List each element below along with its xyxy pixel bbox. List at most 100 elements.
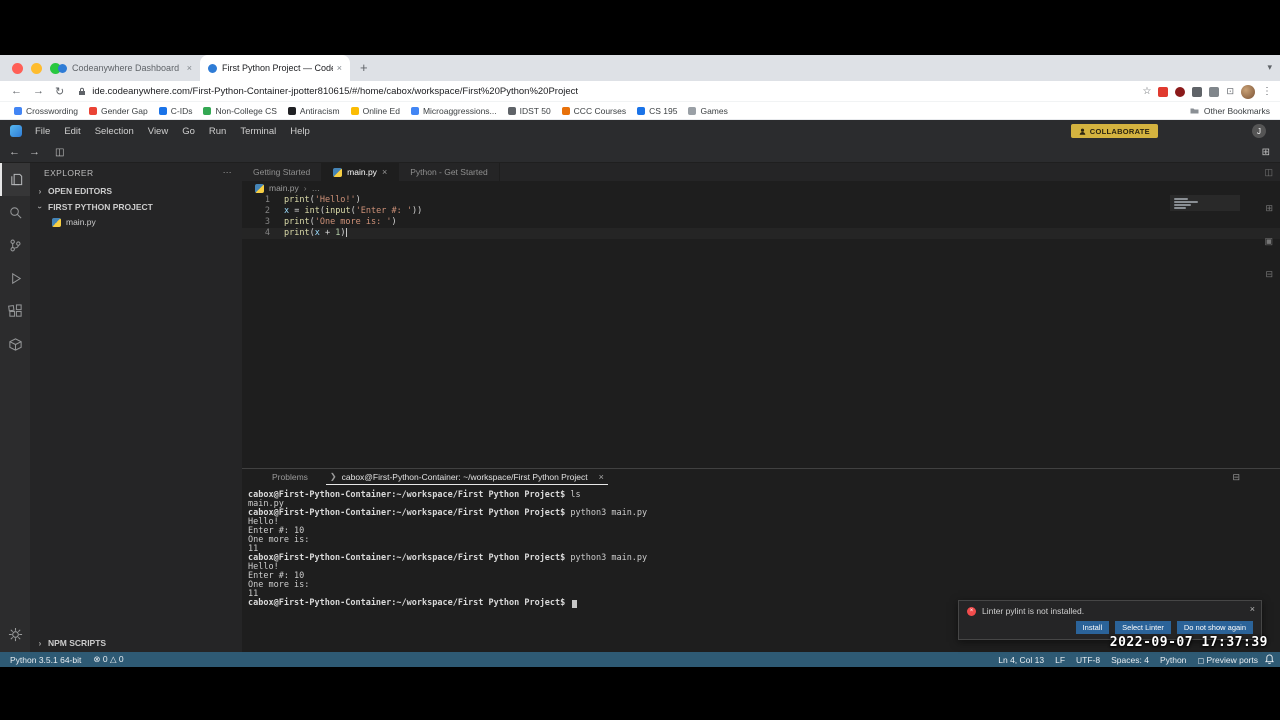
cast-icon[interactable]: ⊡ — [1226, 86, 1234, 97]
extensions-icon[interactable] — [0, 295, 30, 328]
split-editor-icon[interactable]: ◫ — [1264, 167, 1273, 178]
close-window-icon[interactable] — [12, 63, 23, 74]
npm-scripts-section[interactable]: › NPM SCRIPTS — [30, 635, 242, 651]
explorer-sidebar: EXPLORER ⋯ › OPEN EDITORS › FIRST PYTHON… — [30, 163, 242, 652]
menu-run[interactable]: Run — [202, 126, 233, 137]
explorer-icon[interactable] — [0, 163, 30, 196]
install-button[interactable]: Install — [1075, 621, 1110, 634]
tab-close-icon[interactable]: × — [382, 167, 387, 177]
bookmark-item[interactable]: Gender Gap — [88, 106, 148, 116]
forward-icon[interactable]: → — [33, 85, 44, 97]
bookmark-item[interactable]: Non-College CS — [203, 105, 277, 116]
editor-tab[interactable]: Python - Get Started — [399, 163, 500, 181]
problems-tab[interactable]: Problems — [272, 472, 308, 482]
menu-terminal[interactable]: Terminal — [233, 126, 283, 137]
bookmark-favicon-icon — [158, 106, 167, 115]
eol-sequence[interactable]: LF — [1055, 655, 1065, 665]
other-bookmarks[interactable]: Other Bookmarks — [1190, 106, 1270, 116]
open-editors-section[interactable]: › OPEN EDITORS — [30, 183, 242, 199]
user-avatar[interactable]: J — [1252, 124, 1266, 138]
history-forward-icon[interactable]: → — [29, 146, 40, 158]
language-mode[interactable]: Python — [1160, 655, 1186, 665]
tab-close-icon[interactable]: × — [337, 63, 342, 73]
bookmark-item[interactable]: C-IDs — [158, 106, 192, 116]
file-main-py[interactable]: main.py — [30, 215, 242, 229]
bookmark-item[interactable]: CS 195 — [637, 106, 677, 116]
tab-close-icon[interactable]: × — [187, 63, 192, 73]
url-field[interactable]: ide.codeanywhere.com/First-Python-Contai… — [92, 86, 578, 97]
extension-icon[interactable] — [1158, 86, 1169, 97]
editor-group: Getting Started main.py × Python - Get Star… — [242, 163, 1280, 652]
new-tab-button[interactable]: + — [360, 60, 368, 75]
menu-help[interactable]: Help — [283, 126, 317, 137]
editor-tab[interactable]: main.py × — [322, 163, 400, 181]
error-icon: × — [967, 606, 976, 616]
do-not-show-again-button[interactable]: Do not show again — [1176, 621, 1253, 634]
editor-tab[interactable]: Getting Started — [242, 163, 323, 181]
menu-view[interactable]: View — [141, 126, 175, 137]
panel-position-icon[interactable]: ⊟ — [1232, 472, 1240, 483]
editor-tab-label: main.py — [347, 167, 377, 177]
chrome-menu-icon[interactable]: ⋮ — [1262, 86, 1272, 97]
workspace-icon[interactable] — [0, 328, 30, 361]
settings-gear-icon[interactable] — [0, 622, 30, 646]
collaborate-button[interactable]: COLLABORATE — [1070, 124, 1158, 138]
profile-avatar[interactable] — [1241, 84, 1255, 99]
cursor-position[interactable]: Ln 4, Col 13 — [998, 655, 1044, 665]
project-section[interactable]: › FIRST PYTHON PROJECT — [30, 199, 242, 215]
editor-cursor — [346, 228, 348, 237]
panel-toggle-icon[interactable]: ⊞ — [1262, 147, 1270, 158]
back-icon[interactable]: ← — [11, 85, 22, 97]
code-editor[interactable]: 1 print('Hello!') 2 x = int(input('Enter #:… — [242, 195, 1280, 468]
terminal-line: Hello! — [248, 517, 279, 527]
bookmark-item[interactable]: CCC Courses — [561, 105, 627, 116]
bookmark-label: Non-College CS — [215, 105, 277, 116]
menu-selection[interactable]: Selection — [88, 126, 141, 137]
bookmark-item[interactable]: Online Ed — [350, 105, 400, 116]
bookmark-favicon-icon — [88, 106, 97, 115]
notification-close-icon[interactable]: × — [1250, 604, 1255, 614]
bookmark-item[interactable]: IDST 50 — [507, 106, 551, 116]
extension-icon[interactable] — [1192, 86, 1203, 97]
bookmark-item[interactable]: Crosswording — [14, 106, 78, 116]
run-debug-icon[interactable] — [0, 262, 30, 295]
history-back-icon[interactable]: ← — [9, 146, 20, 158]
status-bar: Python 3.5.1 64-bit ⊗ 0 △ 0 Ln 4, Col 13… — [0, 652, 1280, 667]
terminal-close-icon[interactable]: × — [599, 472, 604, 482]
indentation[interactable]: Spaces: 4 — [1111, 655, 1149, 665]
sidebar-more-icon[interactable]: ⋯ — [223, 167, 232, 178]
preview-ports[interactable]: ▢ Preview ports — [1197, 655, 1258, 665]
bookmark-item[interactable]: Antiracism — [287, 106, 340, 116]
menu-file[interactable]: File — [28, 126, 57, 137]
problems-status[interactable]: ⊗ 0 △ 0 — [93, 654, 123, 665]
source-control-icon[interactable] — [0, 229, 30, 262]
terminal-tab[interactable]: ❯ cabox@First-Python-Container: ~/worksp… — [325, 469, 608, 485]
bookmark-label: Online Ed — [362, 105, 400, 116]
search-icon[interactable] — [0, 196, 30, 229]
encoding[interactable]: UTF-8 — [1076, 655, 1100, 665]
editor-layout-icon[interactable]: ◫ — [55, 147, 64, 158]
ide-menubar: File Edit Selection View Go Run Terminal Help C… — [0, 120, 1280, 142]
extension-icon[interactable] — [1209, 86, 1220, 97]
breadcrumb[interactable]: main.py › … — [242, 181, 1280, 195]
code-line: 1 print('Hello!') — [242, 195, 1280, 206]
menu-edit[interactable]: Edit — [57, 126, 87, 137]
extension-icon[interactable] — [1175, 86, 1186, 97]
tab-search-icon[interactable]: ▾ — [1267, 62, 1272, 73]
bookmark-star-icon[interactable]: ☆ — [1142, 86, 1151, 97]
python-interpreter[interactable]: Python 3.5.1 64-bit — [10, 655, 81, 665]
ide-navrow: ← → ◫ ⊞ — [0, 142, 1280, 163]
notification-buttons: Install Select Linter Do not show again — [1075, 621, 1253, 634]
browser-tab[interactable]: Codeanywhere Dashboard × — [50, 55, 200, 81]
select-linter-button[interactable]: Select Linter — [1115, 621, 1171, 634]
bookmark-item[interactable]: Games — [688, 106, 728, 116]
minimap[interactable] — [1170, 195, 1240, 211]
menu-go[interactable]: Go — [175, 126, 202, 137]
bookmark-label: CCC Courses — [573, 105, 627, 116]
bookmark-favicon-icon — [350, 106, 359, 115]
browser-tab[interactable]: First Python Project — Codea × — [200, 55, 350, 81]
bookmark-item[interactable]: Microaggressions... — [410, 106, 497, 116]
minimize-window-icon[interactable] — [31, 63, 42, 74]
reload-icon[interactable]: ↻ — [55, 85, 64, 98]
notifications-bell-icon[interactable] — [1265, 654, 1274, 666]
